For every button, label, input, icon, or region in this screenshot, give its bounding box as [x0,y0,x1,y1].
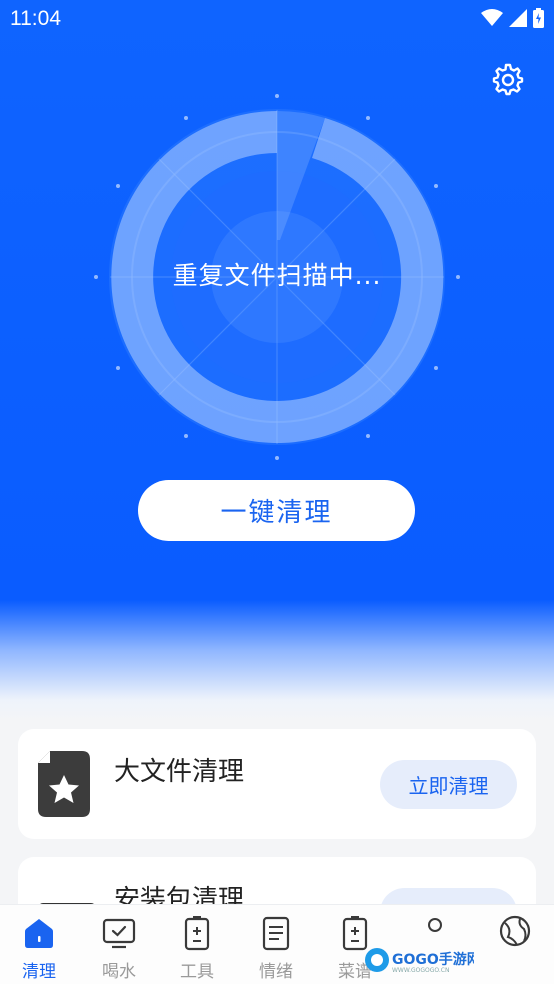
watermark-logo: GOGO手游网 WWW.GOGOGO.CN [365,948,474,974]
large-file-clean-title: 大文件清理 [114,757,245,787]
large-file-clean-card: 大文件清理 立即清理 [18,729,536,839]
tab-label: 清理 [22,962,56,982]
star-document-icon [38,751,90,817]
scan-status-text: 重复文件扫描中... [172,261,382,290]
svg-text:GOGO手游网: GOGO手游网 [392,951,474,968]
tab-globe[interactable] [476,905,554,984]
status-bar: 11:04 [0,0,554,40]
signal-icon [509,9,527,27]
tab-label: 工具 [180,962,214,982]
battery-plus-icon [184,916,210,951]
gear-icon [492,63,524,96]
house-icon [25,919,53,948]
tab-tools[interactable]: 工具 [158,905,236,984]
tab-mood[interactable]: 情绪 [237,905,315,984]
status-icons [481,8,544,28]
settings-button[interactable] [491,63,525,97]
globe-icon [499,915,531,947]
one-click-clean-button[interactable]: 一键清理 [138,480,415,541]
note-icon [262,916,290,951]
tab-drink-water[interactable]: 喝水 [80,905,158,984]
tab-label: 情绪 [259,962,293,982]
monitor-check-icon [102,918,136,949]
large-file-clean-button[interactable]: 立即清理 [380,760,517,809]
tab-clean[interactable]: 清理 [0,905,78,984]
status-time: 11:04 [10,7,61,30]
svg-text:WWW.GOGOGO.CN: WWW.GOGOGO.CN [392,967,449,974]
wifi-icon [481,9,503,26]
battery-icon [533,8,544,28]
tab-label: 喝水 [102,962,136,982]
